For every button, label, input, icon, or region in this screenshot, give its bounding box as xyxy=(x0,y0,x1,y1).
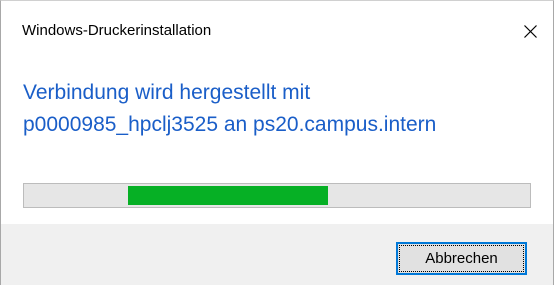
cancel-button[interactable]: Abbrechen xyxy=(396,242,527,275)
printer-install-dialog: Windows-Druckerinstallation Verbindung w… xyxy=(0,0,554,285)
window-title: Windows-Druckerinstallation xyxy=(22,22,212,39)
message-line-1: Verbindung wird hergestellt mit xyxy=(23,81,311,104)
progress-bar xyxy=(23,183,531,208)
close-button[interactable] xyxy=(507,1,553,59)
progress-marquee-fill xyxy=(128,186,328,205)
title-bar: Windows-Druckerinstallation xyxy=(1,1,553,59)
close-icon xyxy=(524,25,537,38)
connection-message: Verbindung wird hergestellt mit p0000985… xyxy=(23,77,436,141)
cancel-button-label: Abbrechen xyxy=(425,250,498,267)
message-line-2: p0000985_hpclj3525 an ps20.campus.intern xyxy=(23,113,437,136)
dialog-footer: Abbrechen xyxy=(1,224,553,285)
